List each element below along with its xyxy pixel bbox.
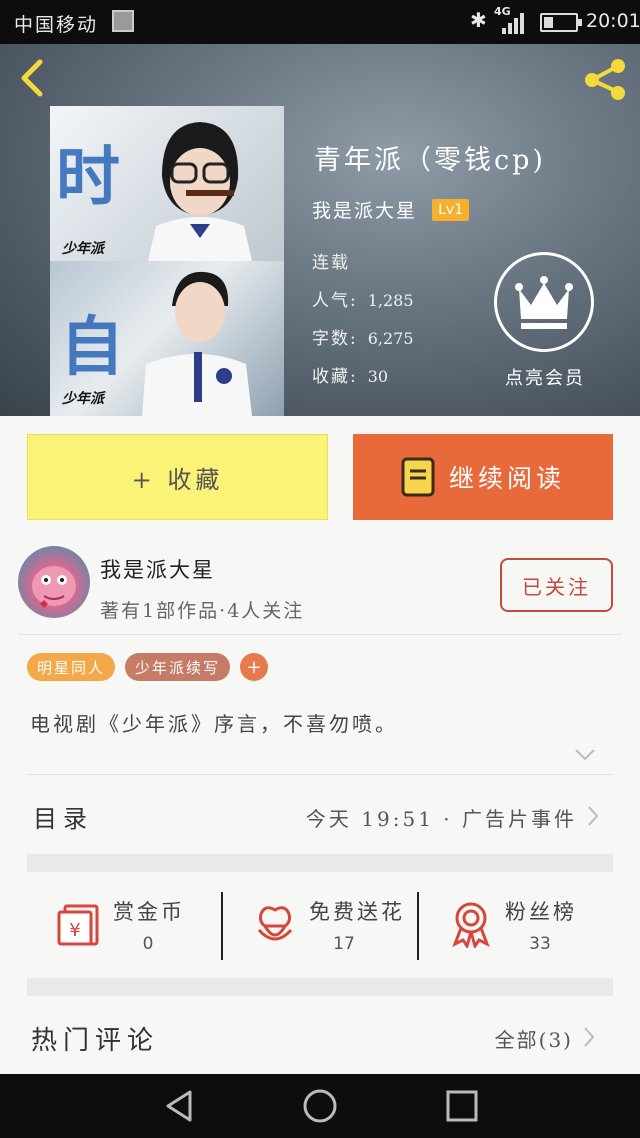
section-separator — [27, 854, 613, 872]
battery-icon — [540, 13, 582, 32]
words-value: 6,275 — [367, 329, 414, 348]
collect-button[interactable]: + 收藏 — [27, 434, 328, 520]
latest-chapter: 今天 19:51 · 广告片事件 — [305, 807, 577, 831]
expand-chevron-icon[interactable] — [574, 748, 596, 762]
favorites-stat: 收藏: 30 — [312, 362, 388, 387]
stat-label: 赏金币 — [113, 900, 185, 924]
section-separator — [27, 978, 613, 996]
view-all-comments[interactable]: 全部(3) — [495, 1024, 573, 1053]
book-icon — [401, 457, 435, 497]
continue-reading-label: 继续阅读 — [448, 464, 565, 493]
popularity-label: 人气: — [312, 291, 358, 311]
reward-coins-button[interactable]: ¥ 赏金币 0 — [27, 872, 222, 976]
author-block: 我是派大星 著有1部作品·4人关注 已关注 — [0, 540, 640, 634]
fan-ranking-icon — [452, 902, 490, 948]
book-status: 连载 — [312, 253, 350, 273]
back-nav-icon[interactable] — [160, 1088, 200, 1124]
share-button[interactable] — [580, 56, 630, 102]
vip-label[interactable]: 点亮会员 — [505, 364, 585, 390]
chevron-right-icon — [584, 1027, 595, 1047]
share-icon — [585, 59, 625, 100]
signal-icon — [502, 12, 528, 34]
back-arrow-icon — [21, 59, 43, 97]
chevron-right-icon — [588, 806, 599, 826]
book-cover[interactable]: 时 自 少年派 少年派 — [50, 106, 284, 416]
send-flower-button[interactable]: 免费送花 17 — [223, 872, 418, 976]
interaction-stats: ¥ 赏金币 0 免费送花 17 粉丝榜 33 — [27, 872, 613, 976]
cover-text-top: 时 — [56, 141, 120, 215]
word-count-stat: 字数: 6,275 — [312, 324, 414, 349]
cover-watermark: 少年派 — [62, 241, 104, 257]
vip-button[interactable] — [494, 252, 594, 352]
toc-label: 目录 — [33, 805, 93, 833]
divider — [18, 634, 622, 635]
book-intro: 电视剧《少年派》序言，不喜勿喷。 — [30, 712, 398, 736]
favorites-value: 30 — [367, 367, 389, 386]
words-label: 字数: — [312, 329, 358, 349]
avatar[interactable] — [18, 546, 90, 618]
level-badge: Lv1 — [432, 198, 470, 221]
hot-comments-label: 热门评论 — [31, 1026, 160, 1056]
stat-label: 免费送花 — [309, 900, 405, 924]
popularity-value: 1,285 — [367, 291, 414, 310]
cover-person-top — [148, 122, 252, 261]
book-header: 时 自 少年派 少年派 青年派（零钱cp) 我是派大星 Lv1 连载 人气: 1,… — [0, 44, 640, 416]
author-name: 我是派大星 — [312, 200, 418, 222]
cover-person-bottom — [142, 271, 252, 416]
home-nav-icon[interactable] — [300, 1088, 340, 1124]
tag-item[interactable]: 少年派续写 — [125, 653, 231, 681]
cover-watermark: 少年派 — [62, 391, 104, 407]
recents-nav-icon[interactable] — [442, 1088, 482, 1124]
hot-comments-row[interactable]: 热门评论 全部(3) — [27, 998, 613, 1074]
carrier-name: 中国移动 — [14, 14, 99, 36]
book-title: 青年派（零钱cp) — [314, 145, 546, 176]
popularity-stat: 人气: 1,285 — [312, 286, 414, 311]
avatar-image — [32, 566, 76, 608]
author-row[interactable]: 我是派大星 Lv1 — [312, 196, 470, 224]
author-name[interactable]: 我是派大星 — [100, 554, 215, 584]
stat-label: 粉丝榜 — [505, 900, 577, 924]
fan-ranking-button[interactable]: 粉丝榜 33 — [419, 872, 614, 976]
cover-text-bottom: 自 — [60, 311, 124, 385]
back-button[interactable] — [14, 58, 54, 98]
system-nav-bar — [0, 1074, 640, 1138]
stat-value: 17 — [333, 934, 355, 954]
tag-item[interactable]: 明星同人 — [27, 653, 116, 681]
flower-icon — [257, 906, 293, 941]
stat-value: 33 — [529, 934, 551, 954]
continue-reading-button[interactable]: 继续阅读 — [353, 434, 613, 520]
tag-list: 明星同人 少年派续写 + — [27, 653, 269, 681]
bluetooth-icon: ✱ — [470, 8, 487, 32]
table-of-contents-row[interactable]: 目录 今天 19:51 · 广告片事件 — [27, 774, 613, 854]
svg-text:¥: ¥ — [69, 920, 80, 941]
add-tag-button[interactable]: + — [240, 653, 269, 681]
favorites-label: 收藏: — [312, 367, 358, 387]
crown-icon — [515, 276, 573, 329]
stat-value: 0 — [142, 934, 154, 954]
sim-card-icon — [112, 10, 134, 32]
author-stats: 著有1部作品·4人关注 — [100, 600, 305, 622]
status-bar: 中国移动 ✱ 4G 20:01 — [0, 0, 640, 44]
gold-coin-icon: ¥ — [57, 904, 99, 946]
clock: 20:01 — [586, 10, 640, 32]
follow-button[interactable]: 已关注 — [500, 558, 613, 612]
